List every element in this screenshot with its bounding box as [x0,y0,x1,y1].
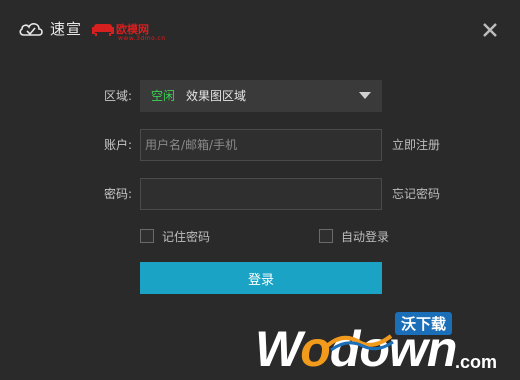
checkbox-box[interactable] [319,229,333,243]
account-label: 账户: [103,138,132,152]
partner-logo: 欧模网 www.3dmo.cn [92,21,165,42]
watermark-domain: .com [455,352,498,372]
chevron-down-icon[interactable] [359,92,371,99]
password-row: 密码: 忘记密码 [0,178,520,210]
cloud-icon [19,22,43,36]
password-field [140,178,382,210]
login-button[interactable]: 登录 [140,262,382,294]
remember-password-label: 记住密码 [162,229,211,244]
partner-url: www.3dmo.cn [118,34,166,42]
options-row: 记住密码 自动登录 [0,228,520,260]
register-link[interactable]: 立即注册 [392,129,440,161]
region-label: 区域: [103,89,132,103]
account-field [140,129,382,161]
wave-icon [325,334,394,352]
login-window: 速宣 欧模网 www.3dmo.cn 区域: 空闲 效果图区域 账户: 用户名/… [0,0,520,380]
password-label: 密码: [103,187,132,201]
app-logo: 速宣 欧模网 www.3dmo.cn [18,18,165,42]
region-value: 效果图区域 [186,89,247,103]
app-name: 速宣 [50,20,83,38]
checkbox-box[interactable] [140,229,154,243]
close-icon[interactable] [482,22,498,38]
sofa-icon [92,23,115,36]
account-input[interactable] [141,130,381,160]
region-row: 区域: 空闲 效果图区域 [0,80,520,112]
password-input[interactable] [141,179,381,209]
auto-login-checkbox[interactable]: 自动登录 [319,228,389,244]
account-row: 账户: 立即注册 [0,129,520,161]
remember-password-checkbox[interactable]: 记住密码 [140,228,210,244]
watermark-w: W [255,321,301,377]
region-status: 空闲 [151,89,176,103]
auto-login-label: 自动登录 [341,229,390,244]
forgot-password-link[interactable]: 忘记密码 [392,178,440,210]
watermark: 沃下载 Wodown .com [255,312,515,380]
region-select[interactable]: 空闲 效果图区域 [140,80,382,112]
